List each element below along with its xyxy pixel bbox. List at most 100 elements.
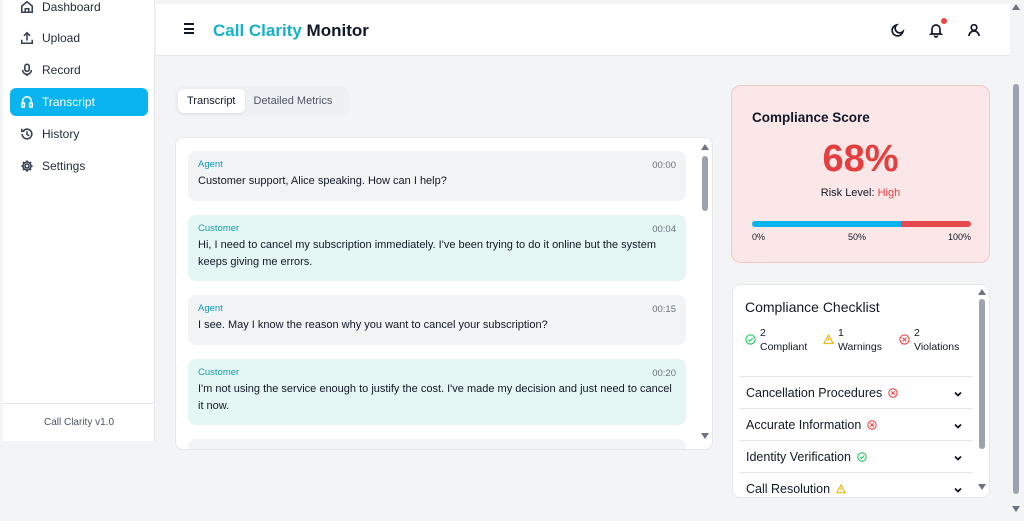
- stat-warnings: 1 Warnings: [823, 326, 882, 354]
- page-scrollbar[interactable]: [1012, 4, 1022, 518]
- stat-label: Warnings: [838, 341, 882, 353]
- checklist-item-label: Cancellation Procedures: [746, 385, 883, 400]
- transcript-scrollbar[interactable]: [701, 144, 709, 444]
- sidebar-item-settings[interactable]: Settings: [10, 152, 148, 180]
- stat-count: 2: [914, 327, 920, 339]
- compliance-score-card: Compliance Score 68% Risk Level: High 0%…: [731, 85, 990, 263]
- scrollbar-thumb[interactable]: [979, 299, 985, 449]
- sidebar-item-label: Transcript: [42, 95, 95, 109]
- stat-compliant: 2 Compliant: [745, 326, 807, 354]
- scale-max: 100%: [947, 232, 971, 242]
- warning-icon: [823, 334, 834, 345]
- checklist-item-call-resolution[interactable]: Call Resolution: [739, 472, 973, 497]
- scroll-down-arrow[interactable]: [1012, 506, 1020, 512]
- stat-label: Compliant: [760, 341, 808, 353]
- speaker-label: Agent: [198, 159, 223, 170]
- sidebar-item-label: History: [42, 127, 80, 141]
- sidebar-item-upload[interactable]: Upload: [10, 24, 148, 52]
- compliance-checklist[interactable]: Compliance Checklist 2 Compliant 1 Warning…: [732, 284, 990, 498]
- x-circle-icon: [899, 334, 910, 345]
- sidebar-item-label: Dashboard: [42, 0, 101, 14]
- risk-level-value: High: [877, 187, 901, 199]
- sidebar-item-dashboard[interactable]: Dashboard: [10, 0, 148, 21]
- stat-count: 1: [838, 327, 844, 339]
- view-tabs: Transcript Detailed Metrics: [175, 86, 349, 116]
- speaker-label: Customer: [198, 223, 240, 234]
- score-title: Compliance Score: [752, 110, 870, 125]
- transcript-message: Customer 00:04 Hi, I need to cancel my s…: [188, 215, 686, 281]
- speaker-label: Agent: [198, 303, 223, 314]
- user-icon[interactable]: [966, 22, 982, 38]
- notification-dot: [941, 18, 947, 24]
- sidebar-item-label: Record: [42, 63, 81, 77]
- tab-detailed-metrics[interactable]: Detailed Metrics: [245, 89, 342, 113]
- message-time: 00:15: [652, 304, 676, 315]
- scroll-up-arrow[interactable]: [978, 289, 986, 295]
- app-title-brand: Call Clarity: [213, 21, 302, 40]
- warning-icon: [836, 483, 847, 493]
- risk-label: Risk Level:: [820, 187, 875, 199]
- bell-icon[interactable]: [928, 18, 947, 38]
- tab-transcript[interactable]: Transcript: [178, 89, 245, 113]
- message-time: 00:00: [652, 160, 676, 171]
- scale-min: 0%: [752, 232, 766, 242]
- scroll-up-arrow[interactable]: [701, 144, 709, 150]
- scale-mid: 50%: [848, 232, 867, 242]
- top-header: Call Clarity Monitor: [156, 4, 1010, 56]
- menu-icon[interactable]: [184, 23, 198, 37]
- scrollbar-thumb[interactable]: [1013, 84, 1019, 494]
- x-circle-icon: [867, 419, 878, 430]
- transcript-panel[interactable]: Agent 00:00 Customer support, Alice spea…: [175, 137, 713, 450]
- checklist-item-label: Call Resolution: [746, 481, 831, 496]
- chevron-down-icon[interactable]: [953, 484, 963, 494]
- score-progress-bar: [752, 221, 971, 227]
- checklist-item-label: Identity Verification: [746, 449, 851, 464]
- sidebar-item-record[interactable]: Record: [10, 56, 148, 84]
- message-time: 00:04: [652, 224, 676, 235]
- checklist-item-cancellation-procedures[interactable]: Cancellation Procedures: [739, 376, 973, 408]
- transcript-message: Agent 00:15 I see. May I know the reason…: [188, 295, 686, 345]
- score-value: 68%: [822, 138, 899, 180]
- message-text: I see. May I know the reason why you wan…: [198, 319, 548, 331]
- transcript-icon: [20, 95, 34, 109]
- sidebar-item-label: Settings: [42, 159, 86, 173]
- app-version: Call Clarity v1.0: [3, 403, 155, 441]
- app-title: Call Clarity Monitor: [213, 21, 369, 41]
- moon-icon[interactable]: [890, 22, 906, 38]
- chevron-down-icon[interactable]: [953, 420, 963, 430]
- history-icon: [20, 127, 34, 141]
- sidebar-item-history[interactable]: History: [10, 120, 148, 148]
- upload-icon: [20, 31, 34, 45]
- stat-label: Violations: [914, 341, 960, 353]
- checklist-scrollbar[interactable]: [978, 289, 986, 495]
- home-icon: [20, 0, 34, 14]
- x-circle-icon: [888, 387, 898, 398]
- microphone-icon: [20, 63, 34, 77]
- checklist-item-identity-verification[interactable]: Identity Verification: [739, 440, 973, 472]
- message-text: I'm not using the service enough to just…: [198, 383, 672, 412]
- checklist-item-label: Accurate Information: [746, 417, 862, 432]
- scroll-up-arrow[interactable]: [1012, 4, 1020, 10]
- message-text: Customer support, Alice speaking. How ca…: [198, 175, 447, 187]
- sidebar-item-transcript[interactable]: Transcript: [10, 88, 148, 116]
- chevron-down-icon[interactable]: [953, 452, 963, 462]
- check-circle-icon: [857, 451, 867, 462]
- transcript-message: [188, 439, 686, 449]
- chevron-down-icon[interactable]: [953, 388, 963, 398]
- sidebar: Dashboard Upload Record Transcript Histo…: [3, 0, 155, 441]
- check-circle-icon: [745, 334, 756, 345]
- checklist-title: Compliance Checklist: [745, 299, 880, 315]
- score-progress-fill: [752, 221, 901, 227]
- sidebar-item-label: Upload: [42, 31, 81, 45]
- risk-level: Risk Level: High: [732, 187, 989, 199]
- speaker-label: Customer: [198, 367, 240, 378]
- scroll-down-arrow[interactable]: [978, 484, 986, 490]
- checklist-item-accurate-information[interactable]: Accurate Information: [739, 408, 973, 440]
- app-title-suffix: Monitor: [306, 21, 369, 40]
- scrollbar-thumb[interactable]: [702, 156, 708, 211]
- score-progress-remainder: [900, 221, 971, 227]
- transcript-message: Customer 00:20 I'm not using the service…: [188, 359, 686, 425]
- scroll-down-arrow[interactable]: [701, 433, 709, 439]
- message-text: Hi, I need to cancel my subscription imm…: [198, 239, 657, 268]
- gear-icon: [20, 159, 34, 173]
